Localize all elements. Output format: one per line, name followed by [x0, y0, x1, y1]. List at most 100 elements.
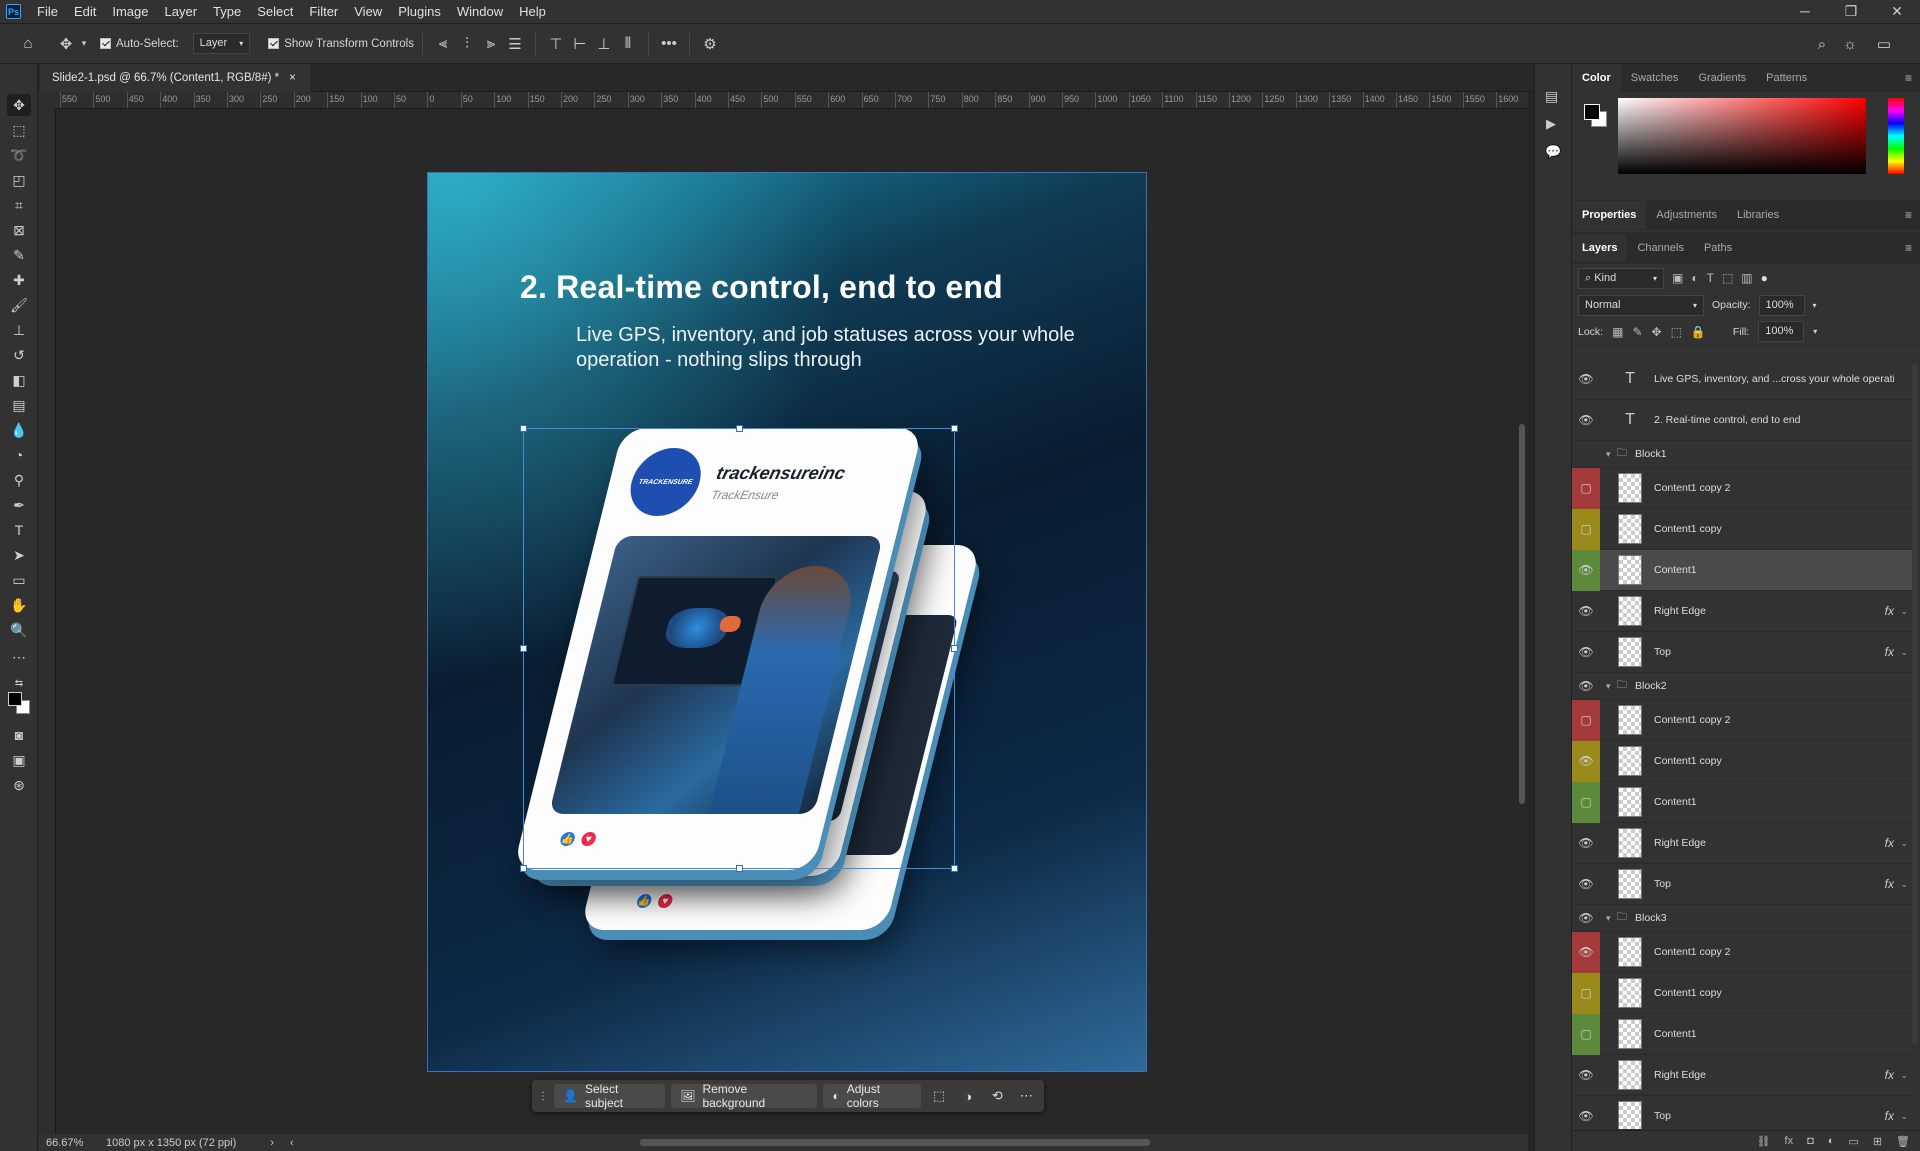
- fx-icon[interactable]: fx: [1785, 1135, 1794, 1147]
- eye-icon[interactable]: 👁: [1572, 359, 1600, 400]
- layer-effects-icon[interactable]: fx: [1885, 604, 1894, 618]
- layer-effects-icon[interactable]: fx: [1885, 836, 1894, 850]
- menu-view[interactable]: View: [346, 0, 390, 24]
- layer-row[interactable]: 👁 Top fx ⌄: [1572, 632, 1912, 673]
- chevron-down-icon[interactable]: ▾: [78, 32, 90, 56]
- layer-effects-icon[interactable]: fx: [1885, 1109, 1894, 1123]
- clone-stamp-icon[interactable]: ⊥: [7, 319, 31, 341]
- eye-icon[interactable]: 👁: [1572, 400, 1600, 441]
- adjust-colors-button[interactable]: ◐ Adjust colors: [823, 1082, 922, 1110]
- eye-icon[interactable]: 👁: [1572, 740, 1600, 782]
- filter-adjustment-icon[interactable]: ◐: [1691, 271, 1698, 285]
- move-tool-icon[interactable]: ✥: [7, 94, 31, 116]
- chevron-right-icon[interactable]: ›: [270, 1137, 274, 1149]
- workspace-icon[interactable]: ▭: [1872, 32, 1896, 56]
- tab-channels[interactable]: Channels: [1627, 234, 1693, 262]
- auto-select-dropdown[interactable]: Layer ▾: [192, 33, 251, 54]
- smart-object-icon[interactable]: ⟲: [986, 1084, 1009, 1108]
- eye-icon[interactable]: 👁: [1572, 673, 1600, 700]
- layer-group-row[interactable]: 👁 ▾ 🗀 Block2: [1572, 673, 1912, 700]
- filter-pixel-icon[interactable]: ▣: [1672, 271, 1683, 285]
- chevron-down-icon[interactable]: ⌄: [1900, 879, 1908, 890]
- tab-layers[interactable]: Layers: [1572, 234, 1628, 262]
- zoom-lens-icon[interactable]: ⚲: [7, 469, 31, 491]
- foreground-color-swatch[interactable]: [8, 692, 22, 706]
- layer-mask-icon[interactable]: ◘: [1807, 1135, 1814, 1147]
- chevron-down-icon[interactable]: ▾: [1606, 913, 1611, 924]
- type-tool-icon[interactable]: T: [7, 519, 31, 541]
- marquee-tool-icon[interactable]: ⬚: [7, 119, 31, 141]
- tab-color[interactable]: Color: [1572, 64, 1621, 92]
- eye-icon[interactable]: 👁: [1572, 823, 1600, 864]
- screen-mode-icon[interactable]: ▣: [7, 749, 31, 771]
- horizontal-scrollbar[interactable]: [640, 1139, 1150, 1146]
- visibility-toggle[interactable]: ▢: [1572, 972, 1600, 1014]
- menu-filter[interactable]: Filter: [301, 0, 346, 24]
- layer-row[interactable]: ▢ Content1 copy: [1572, 972, 1912, 1014]
- layer-row[interactable]: 👁 Content1: [1572, 549, 1912, 591]
- kind-filter-dropdown[interactable]: ⌕ Kind ▾: [1578, 267, 1664, 289]
- close-icon[interactable]: ✕: [1874, 0, 1920, 24]
- new-adjustment-icon[interactable]: ◐: [1828, 1135, 1835, 1147]
- link-layers-icon[interactable]: ⛓: [1757, 1135, 1771, 1148]
- layer-row[interactable]: 👁 Content1 copy 2: [1572, 931, 1912, 973]
- remove-background-button[interactable]: 🖼 Remove background: [671, 1082, 818, 1110]
- transform-handle[interactable]: [520, 425, 527, 432]
- menu-plugins[interactable]: Plugins: [390, 0, 449, 24]
- pen-tool-icon[interactable]: ✒: [7, 494, 31, 516]
- transform-bounding-box[interactable]: [520, 425, 958, 872]
- eye-icon[interactable]: 👁: [1572, 591, 1600, 632]
- lasso-tool-icon[interactable]: ➰: [7, 144, 31, 166]
- lock-artboard-icon[interactable]: ⬚: [1671, 325, 1682, 339]
- panel-menu-icon[interactable]: ≡: [1905, 71, 1912, 85]
- frame-tool-icon[interactable]: ⊠: [7, 219, 31, 241]
- select-subject-button[interactable]: 👤 Select subject: [554, 1082, 666, 1110]
- layer-row[interactable]: 👁 Content1 copy: [1572, 740, 1912, 782]
- visibility-toggle[interactable]: ▢: [1572, 508, 1600, 550]
- eyedropper-icon[interactable]: ✎: [7, 244, 31, 266]
- visibility-toggle[interactable]: ▢: [1572, 781, 1600, 823]
- document-tab[interactable]: Slide2-1.psd @ 66.7% (Content1, RGB/8#) …: [40, 64, 310, 92]
- visibility-toggle[interactable]: ▢: [1572, 699, 1600, 741]
- trash-icon[interactable]: 🗑: [1896, 1135, 1910, 1148]
- tab-gradients[interactable]: Gradients: [1688, 64, 1756, 92]
- eye-icon[interactable]: 👁: [1572, 549, 1600, 591]
- hand-tool-icon[interactable]: ✋: [7, 594, 31, 616]
- layer-row[interactable]: 👁 Top fx ⌄: [1572, 864, 1912, 905]
- history-brush-icon[interactable]: ↺: [7, 344, 31, 366]
- eye-icon[interactable]: 👁: [1572, 905, 1600, 932]
- transform-handle[interactable]: [736, 865, 743, 872]
- layer-effects-icon[interactable]: fx: [1885, 877, 1894, 891]
- chevron-down-icon[interactable]: ▾: [1813, 301, 1817, 310]
- menu-type[interactable]: Type: [205, 0, 249, 24]
- align-left-icon[interactable]: ⫷: [431, 32, 455, 56]
- visibility-toggle[interactable]: ▢: [1572, 467, 1600, 509]
- layer-row[interactable]: ▢ Content1 copy 2: [1572, 467, 1912, 509]
- foreground-color-swatch[interactable]: [1584, 104, 1600, 120]
- align-top-icon[interactable]: ⊤: [544, 32, 568, 56]
- blur-tool-icon[interactable]: 💧: [7, 419, 31, 441]
- close-tab-icon[interactable]: ×: [289, 72, 296, 84]
- vertical-scrollbar[interactable]: [1516, 109, 1528, 1134]
- tab-paths[interactable]: Paths: [1694, 234, 1742, 262]
- panel-menu-icon[interactable]: ≡: [1905, 208, 1912, 222]
- scrollbar-thumb[interactable]: [1519, 424, 1525, 804]
- layer-row[interactable]: 👁 Top fx ⌄: [1572, 1096, 1912, 1129]
- horizontal-ruler[interactable]: 550 500 450 400 350 300 250 200 150 100 50 0 50 100 15…: [56, 92, 1528, 109]
- layer-effects-icon[interactable]: fx: [1885, 1068, 1894, 1082]
- eye-icon[interactable]: 👁: [1572, 1096, 1600, 1130]
- panel-menu-icon[interactable]: ≡: [1905, 241, 1912, 255]
- tab-properties[interactable]: Properties: [1572, 201, 1647, 229]
- layer-row[interactable]: ▢ Content1 copy: [1572, 508, 1912, 550]
- adjustment-layer-icon[interactable]: ◑: [957, 1084, 980, 1108]
- layer-group-row[interactable]: 👁 ▾ 🗀 Block3: [1572, 905, 1912, 932]
- tab-swatches[interactable]: Swatches: [1621, 64, 1689, 92]
- layer-row[interactable]: 👁 Right Edge fx ⌄: [1572, 823, 1912, 864]
- more-tools-icon[interactable]: ⋯: [7, 646, 31, 668]
- layer-row[interactable]: 👁 Right Edge fx ⌄: [1572, 1055, 1912, 1096]
- filter-type-icon[interactable]: T: [1707, 271, 1714, 285]
- new-group-icon[interactable]: ▭: [1848, 1135, 1858, 1148]
- layer-row[interactable]: 👁 Right Edge fx ⌄: [1572, 591, 1912, 632]
- opacity-input[interactable]: 100%: [1758, 294, 1805, 316]
- path-selection-icon[interactable]: ➤: [7, 544, 31, 566]
